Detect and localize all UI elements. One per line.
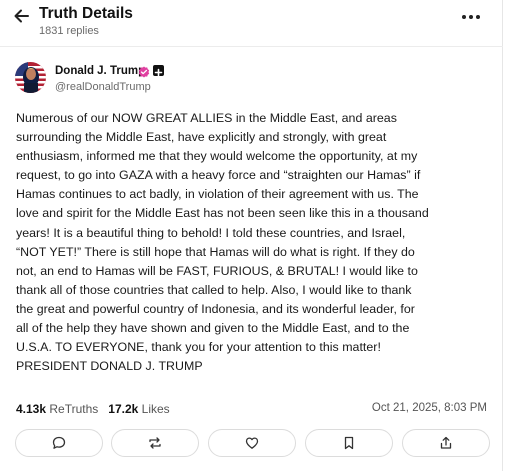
likes-stat[interactable]: 17.2k Likes (108, 402, 169, 416)
bookmark-icon (344, 436, 354, 450)
reply-button[interactable] (15, 429, 103, 457)
author-handle[interactable]: @realDonaldTrump (55, 81, 151, 93)
like-button[interactable] (208, 429, 296, 457)
arrow-left-icon (14, 9, 29, 23)
more-dots-icon (462, 15, 480, 19)
author-name[interactable]: Donald J. Trump (55, 65, 145, 77)
repost-icon (149, 437, 161, 449)
share-icon (440, 436, 452, 449)
post-timestamp: Oct 21, 2025, 8:03 PM (371, 402, 487, 414)
page-header: Truth Details 1831 replies (0, 0, 503, 46)
retruths-count: 4.13k (16, 402, 47, 416)
likes-count: 17.2k (108, 402, 139, 416)
likes-label: Likes (141, 402, 170, 416)
header-divider (0, 46, 503, 47)
action-bar (15, 429, 490, 459)
more-options-button[interactable] (459, 9, 483, 25)
back-button[interactable] (12, 6, 32, 26)
retruths-stat[interactable]: 4.13k ReTruths (16, 402, 102, 416)
reply-count: 1831 replies (39, 25, 99, 37)
heart-icon (245, 437, 259, 449)
post-text: Numerous of our NOW GREAT ALLIES in the … (16, 111, 429, 374)
truth-details-panel: Truth Details 1831 replies Donald J. Tru… (0, 0, 503, 471)
bookmark-button[interactable] (305, 429, 393, 457)
verified-badge-icon (138, 65, 150, 78)
avatar-image-icon (15, 62, 46, 93)
share-button[interactable] (402, 429, 490, 457)
retruth-button[interactable] (111, 429, 199, 457)
retruths-label: ReTruths (49, 402, 99, 416)
avatar[interactable] (15, 62, 46, 93)
comment-icon (52, 436, 66, 449)
plus-badge-icon (153, 65, 164, 77)
post-stats: 4.13k ReTruths 17.2k Likes (16, 402, 170, 416)
page-title: Truth Details (39, 5, 133, 22)
